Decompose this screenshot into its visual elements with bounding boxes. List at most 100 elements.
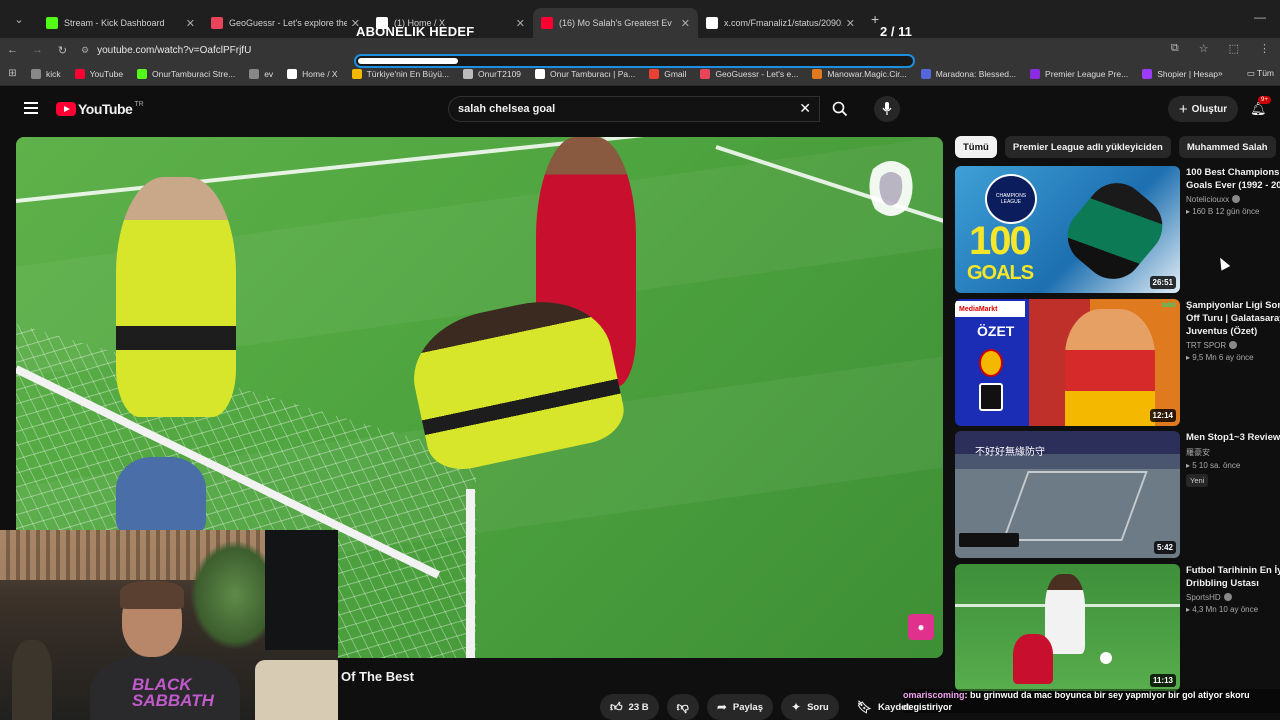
tab-close-icon[interactable]: ✕ [681, 17, 690, 30]
recommendation-thumbnail[interactable]: CHAMPIONS LEAGUE 100 GOALS 26:51 [955, 166, 1180, 293]
thumb1-big-number: 100 [969, 219, 1032, 263]
channel-name: 羅豪安 [1186, 448, 1210, 457]
filter-chip[interactable]: Premier League adlı yükleyiciden [1004, 136, 1171, 158]
bookmark-star-icon[interactable]: ☆ [1199, 42, 1209, 55]
notifications-button[interactable]: 🔔︎ 9+ [1250, 96, 1271, 117]
window-minimize-icon[interactable]: — [1254, 10, 1266, 24]
youtube-logo[interactable]: YouTube TR [56, 101, 144, 117]
bookmark-item[interactable]: kick [31, 68, 61, 79]
ask-button[interactable]: ✦ Soru [781, 694, 839, 720]
forward-icon[interactable]: → [25, 44, 50, 56]
bookmark-item[interactable]: Gmail [649, 68, 686, 79]
url-field[interactable]: ⚙ youtube.com/watch?v=OafclPFrjfU [81, 45, 251, 56]
bookmark-label: Maradona: Blessed... [935, 68, 1017, 79]
recommendation-channel[interactable]: SportsHD [1186, 593, 1280, 602]
tab-search-icon[interactable]: ⌄ [0, 0, 38, 38]
bookmark-label: OnurTamburaci Stre... [152, 68, 236, 79]
recommendation-channel[interactable]: 羅豪安 [1186, 447, 1280, 458]
browser-tab[interactable]: Stream - Kick Dashboard ✕ [38, 8, 203, 38]
bookmark-item[interactable]: GeoGuessr - Let's e... [700, 68, 798, 79]
bookmark-favicon-icon [700, 68, 711, 79]
bookmark-item[interactable]: Premier League Pre... [1030, 68, 1128, 79]
recommendation-title[interactable]: Futbol Tarihinin En İyi [1186, 564, 1280, 577]
bookmarks-more-icon[interactable]: » [1218, 68, 1223, 79]
bookmark-label: Onur Tamburacı | Pa... [550, 68, 636, 79]
tab-close-icon[interactable]: ✕ [186, 17, 195, 30]
thumb3-banner: 不好好無緣防守 [975, 447, 1045, 458]
site-info-icon[interactable]: ⚙ [81, 45, 89, 56]
recommendation-thumbnail[interactable]: 11:13 [955, 564, 1180, 691]
filter-chip[interactable]: Tümü [955, 136, 997, 158]
browser-tab[interactable]: x.com/Fmanaliz1/status/20901 ✕ [698, 8, 863, 38]
reload-icon[interactable]: ↻ [50, 44, 75, 57]
search-button[interactable] [820, 96, 860, 122]
recommendation-channel[interactable]: Noteliciouxx [1186, 195, 1280, 204]
bookmark-label: YouTube [89, 68, 124, 79]
bookmark-item[interactable]: Onur Tamburacı | Pa... [535, 68, 636, 79]
bookmark-favicon-icon [649, 68, 660, 79]
recommendation-title-line2[interactable]: Goals Ever (1992 - 20 [1186, 179, 1280, 192]
player-yellow-left [116, 177, 236, 417]
thumb1-goals-text: GOALS [967, 262, 1034, 284]
browser-tab[interactable]: (16) Mo Salah's Greatest Ev ✕ [533, 8, 698, 38]
browser-tab-strip: ⌄ Stream - Kick Dashboard ✕ GeoGuessr - Le… [0, 0, 1280, 38]
menu-icon[interactable]: ⋮ [1259, 42, 1270, 55]
bookmark-favicon-icon [249, 68, 260, 79]
bookmark-item[interactable]: YouTube [74, 68, 124, 79]
create-button[interactable]: + Oluştur [1168, 96, 1238, 122]
thumb4-player-red [1013, 634, 1053, 684]
recommendation-2[interactable]: MediaMarkt ÖZET tabii 12:14 Şampiyonlar … [955, 299, 1280, 426]
guide-menu-icon[interactable] [24, 102, 38, 117]
filter-chip[interactable]: Muhammed Salah [1178, 136, 1276, 158]
search-input[interactable]: salah chelsea goal ✕ [448, 96, 820, 122]
dislike-button[interactable]: 👎︎ [666, 694, 699, 720]
apps-grid-icon[interactable]: ⊞ [0, 68, 25, 79]
channel-name: Noteliciouxx [1186, 195, 1230, 204]
back-icon[interactable]: ← [0, 44, 25, 56]
recommendation-1[interactable]: CHAMPIONS LEAGUE 100 GOALS 26:51 100 Bes… [955, 166, 1280, 293]
recommendation-channel[interactable]: TRT SPOR [1186, 341, 1280, 350]
create-label: Oluştur [1191, 103, 1228, 115]
tab-favicon-icon [706, 17, 718, 29]
bookmark-item[interactable]: Manowar.Magic.Cir... [812, 68, 907, 79]
recommendation-thumbnail[interactable]: MediaMarkt ÖZET tabii 12:14 [955, 299, 1180, 426]
recommendation-title[interactable]: Men Stop1~3 Review [1186, 431, 1280, 444]
new-tab-button[interactable]: + [871, 11, 879, 27]
recommendation-4[interactable]: 11:13 Futbol Tarihinin En İyi Dribbling … [955, 564, 1280, 691]
recommendation-meta: ▸ 160 B 12 gün önce [1186, 207, 1260, 216]
recommendation-info: Şampiyonlar Ligi Son Off Turu | Galatasa… [1186, 299, 1280, 362]
tab-close-icon[interactable]: ✕ [516, 17, 525, 30]
recommendation-title-line2[interactable]: Off Turu | Galatasaray [1186, 312, 1280, 325]
install-icon[interactable]: ⧉ [1171, 42, 1179, 55]
recommendation-title[interactable]: Şampiyonlar Ligi Son [1186, 299, 1280, 312]
bookmark-item[interactable]: ev [249, 68, 273, 79]
country-code: TR [134, 100, 144, 108]
bookmark-label: kick [46, 68, 61, 79]
voice-search-button[interactable] [874, 96, 900, 122]
clear-search-icon[interactable]: ✕ [799, 100, 811, 117]
recommendation-title-line3[interactable]: Juventus (Özet) [1186, 325, 1280, 338]
browser-tab[interactable]: GeoGuessr - Let's explore the w ✕ [203, 8, 368, 38]
bookmark-favicon-icon [31, 68, 41, 79]
ball-icon [1100, 652, 1112, 664]
extensions-icon[interactable]: ⬚ [1229, 42, 1239, 55]
webcam-shirt-text: BLACK SABBATH [132, 675, 214, 710]
recommendation-3[interactable]: 不好好無緣防守 5:42 Men Stop1~3 Review 羅豪安 ▸ 5 … [955, 431, 1280, 558]
channel-watermark-icon[interactable]: ● [908, 614, 934, 640]
bookmark-item[interactable]: OnurTamburaci Stre... [137, 68, 236, 79]
recommendation-thumbnail[interactable]: 不好好無緣防守 5:42 [955, 431, 1180, 558]
bookmark-item[interactable]: Home / X [287, 68, 338, 79]
bookmark-item[interactable]: Maradona: Blessed... [920, 68, 1017, 79]
like-button[interactable]: 👍︎ 23 B [600, 694, 659, 720]
share-button[interactable]: ➦ Paylaş [706, 694, 773, 720]
bookmark-item[interactable]: Shopier | Hesap [1142, 68, 1218, 79]
recommendation-title-line2[interactable]: Dribbling Ustası [1186, 577, 1280, 590]
tab-close-icon[interactable]: ✕ [846, 17, 855, 30]
video-actions: 👍︎ 23 B 👎︎ ➦ Paylaş ✦ Soru 🔖︎ Kaydet [600, 694, 920, 720]
all-bookmarks-label: Tüm [1257, 68, 1274, 78]
all-bookmarks-folder[interactable]: ▭ Tüm [1247, 68, 1274, 79]
bookmark-item[interactable]: OnurT2109 [463, 68, 521, 79]
recommendation-title[interactable]: 100 Best Champions L [1186, 166, 1280, 179]
thumb2-ozet: ÖZET [977, 323, 1015, 339]
bookmark-item[interactable]: Türkiye'nin En Büyü... [351, 68, 449, 79]
